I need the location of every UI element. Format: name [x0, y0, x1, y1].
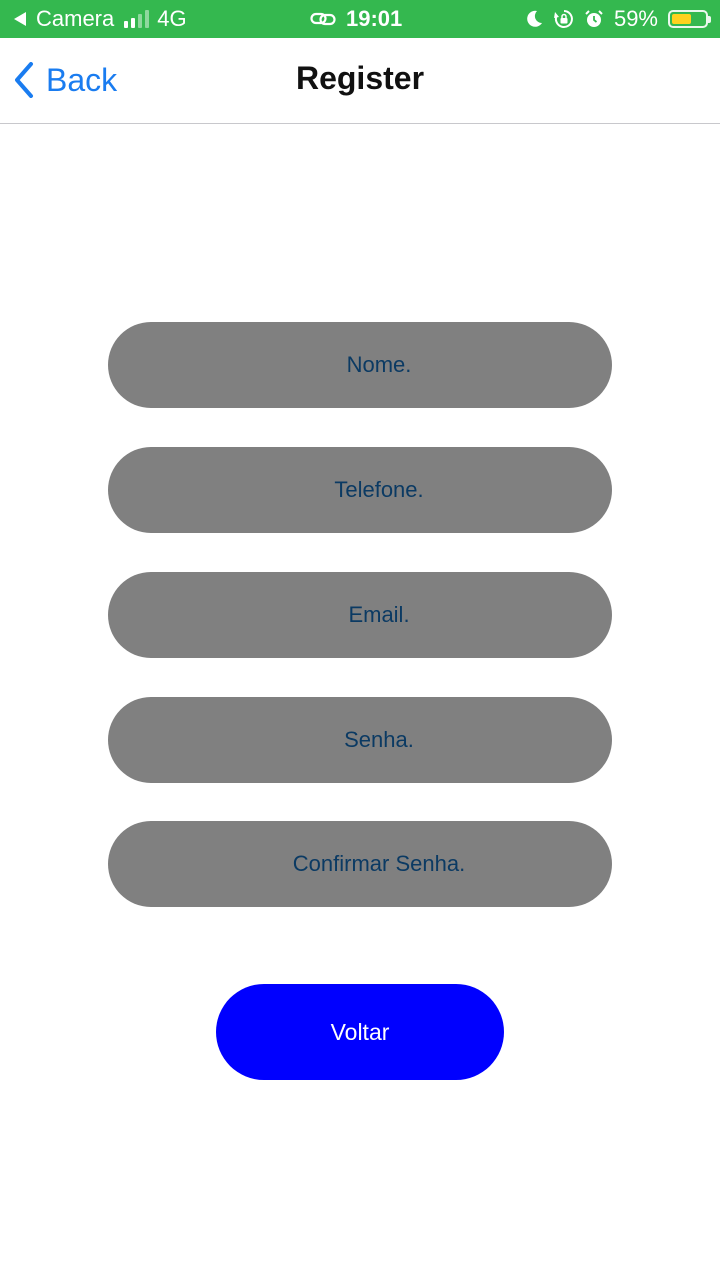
link-icon: [310, 12, 336, 26]
clock-time: 19:01: [346, 6, 403, 31]
status-right: 59%: [524, 0, 711, 38]
signal-bars-icon: [124, 10, 150, 28]
network-label: 4G: [157, 6, 187, 31]
nome-input[interactable]: [108, 322, 612, 408]
confirmar-senha-input[interactable]: [108, 821, 612, 907]
rotation-lock-icon: [553, 10, 573, 28]
battery-icon: [668, 10, 711, 28]
back-app-label[interactable]: Camera: [36, 6, 114, 32]
status-center: 19:01: [310, 0, 402, 38]
voltar-button[interactable]: Voltar: [216, 984, 504, 1080]
battery-percent: 59%: [613, 6, 658, 31]
page-title: Register: [295, 60, 425, 96]
email-input[interactable]: [108, 572, 612, 658]
senha-input[interactable]: [108, 697, 612, 783]
navigation-bar: Back Register: [0, 38, 720, 124]
status-left: Camera 4G: [14, 0, 187, 38]
telefone-input[interactable]: [108, 447, 612, 533]
status-bar: Camera 4G 19:01 59%: [0, 0, 720, 38]
back-triangle-icon[interactable]: [14, 12, 26, 26]
battery-level: [672, 14, 691, 24]
moon-icon: [527, 10, 542, 27]
alarm-icon: [585, 10, 603, 27]
